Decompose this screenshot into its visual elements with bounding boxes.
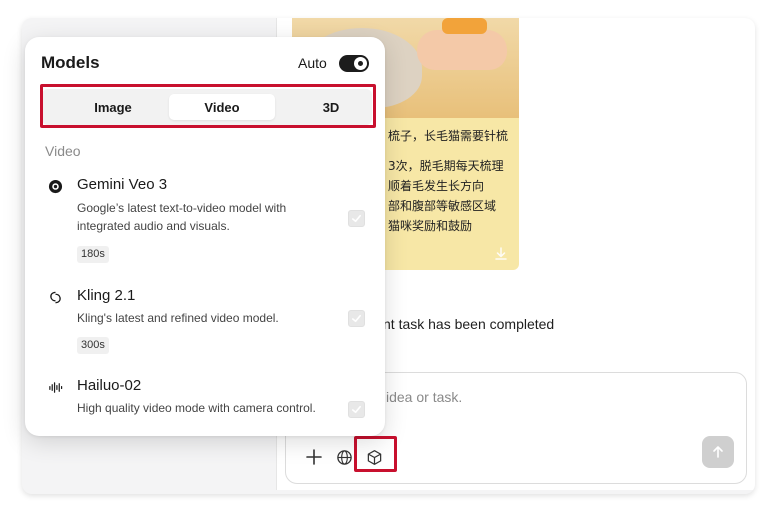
hailuo-icon	[47, 379, 63, 395]
image-text-line: 顺着毛发生长方向	[388, 179, 485, 193]
models-button[interactable]	[360, 443, 388, 471]
duration-badge: 300s	[77, 337, 109, 354]
tab-video[interactable]: Video	[169, 94, 275, 120]
model-name: Gemini Veo 3	[77, 176, 168, 193]
gemini-icon	[47, 178, 63, 194]
globe-icon	[336, 449, 352, 465]
check-icon	[352, 214, 361, 223]
model-checkbox[interactable]	[348, 210, 365, 227]
hand-shape	[417, 30, 507, 70]
image-text-line: 梳子，长毛猫需要针梳	[388, 129, 509, 143]
model-checkbox[interactable]	[348, 401, 365, 418]
brush-shape	[442, 18, 487, 34]
plus-icon	[306, 449, 322, 465]
auto-toggle[interactable]	[339, 55, 369, 72]
model-name: Kling 2.1	[77, 287, 136, 304]
kling-icon	[47, 289, 63, 305]
tab-3d[interactable]: 3D	[278, 94, 384, 120]
model-type-tabs: Image Video 3D	[42, 89, 372, 125]
duration-badge: 180s	[77, 246, 109, 263]
image-text-line: 3次，脱毛期每天梳理	[388, 159, 504, 173]
toggle-knob	[354, 57, 367, 70]
arrow-up-icon	[713, 446, 723, 458]
image-text-line: 部和腹部等敏感区域	[388, 199, 497, 213]
model-description: Google’s latest text-to-video model with…	[77, 201, 287, 233]
check-icon	[352, 314, 361, 323]
check-icon	[352, 405, 361, 414]
models-panel: Models Auto Image Video 3D Video Gemini …	[25, 37, 385, 436]
image-text: 梳子，长毛猫需要针梳 3次，脱毛期每天梳理 顺着毛发生长方向 部和腹部等敏感区域…	[388, 126, 508, 236]
web-search-button[interactable]	[330, 443, 358, 471]
section-label: Video	[45, 143, 81, 159]
auto-label: Auto	[298, 55, 327, 71]
model-description: High quality video mode with camera cont…	[77, 401, 316, 415]
composer-placeholder: idea or task.	[386, 389, 463, 405]
image-text-line: 猫咪奖励和鼓励	[388, 219, 473, 233]
task-completed-message: nt task has been completed	[383, 316, 555, 332]
cube-icon	[367, 449, 381, 465]
model-description: Kling's latest and refined video model.	[77, 311, 279, 325]
model-item-hailuo-02[interactable]: Hailuo-02 High quality video mode with c…	[25, 377, 385, 427]
download-icon[interactable]	[493, 246, 509, 262]
model-name: Hailuo-02	[77, 377, 142, 394]
model-item-gemini-veo-3[interactable]: Gemini Veo 3 Google’s latest text-to-vid…	[25, 175, 385, 267]
model-checkbox[interactable]	[348, 310, 365, 327]
add-button[interactable]	[300, 443, 328, 471]
send-button[interactable]	[702, 436, 734, 468]
model-item-kling-2-1[interactable]: Kling 2.1 Kling's latest and refined vid…	[25, 286, 385, 358]
tab-image[interactable]: Image	[60, 94, 166, 120]
panel-title: Models	[41, 53, 100, 72]
